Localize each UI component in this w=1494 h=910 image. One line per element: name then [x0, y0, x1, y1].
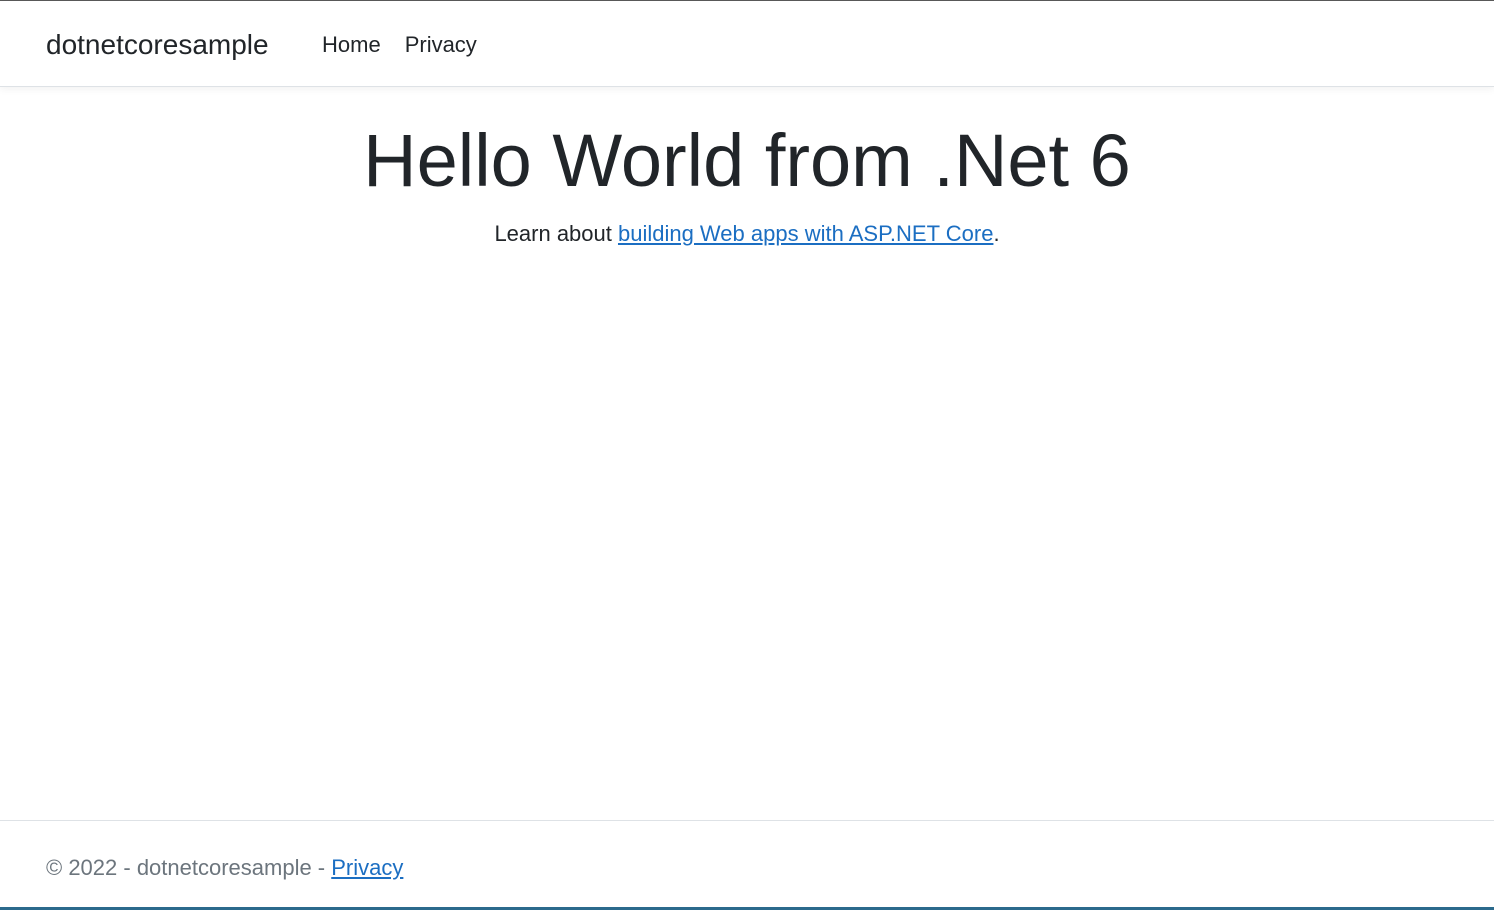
nav-link-privacy[interactable]: Privacy	[405, 31, 477, 59]
navbar: dotnetcoresample Home Privacy	[0, 1, 1494, 87]
footer-text: © 2022 - dotnetcoresample - Privacy	[46, 853, 403, 883]
brand-link[interactable]: dotnetcoresample	[46, 27, 269, 63]
nav-link-home[interactable]: Home	[322, 31, 381, 59]
page-title: Hello World from .Net 6	[363, 119, 1131, 202]
footer-copyright: © 2022 - dotnetcoresample -	[46, 855, 332, 880]
page: dotnetcoresample Home Privacy Hello Worl…	[0, 0, 1494, 910]
intro-text: Learn about building Web apps with ASP.N…	[0, 219, 1494, 249]
main-content: Hello World from .Net 6 Learn about buil…	[0, 113, 1494, 249]
intro-suffix: .	[993, 221, 1000, 246]
footer-privacy-link[interactable]: Privacy	[331, 855, 403, 880]
footer: © 2022 - dotnetcoresample - Privacy	[0, 820, 1494, 910]
nav-links: Home Privacy	[322, 31, 477, 59]
aspnet-docs-link[interactable]: building Web apps with ASP.NET Core	[618, 221, 993, 246]
intro-prefix: Learn about	[494, 221, 618, 246]
